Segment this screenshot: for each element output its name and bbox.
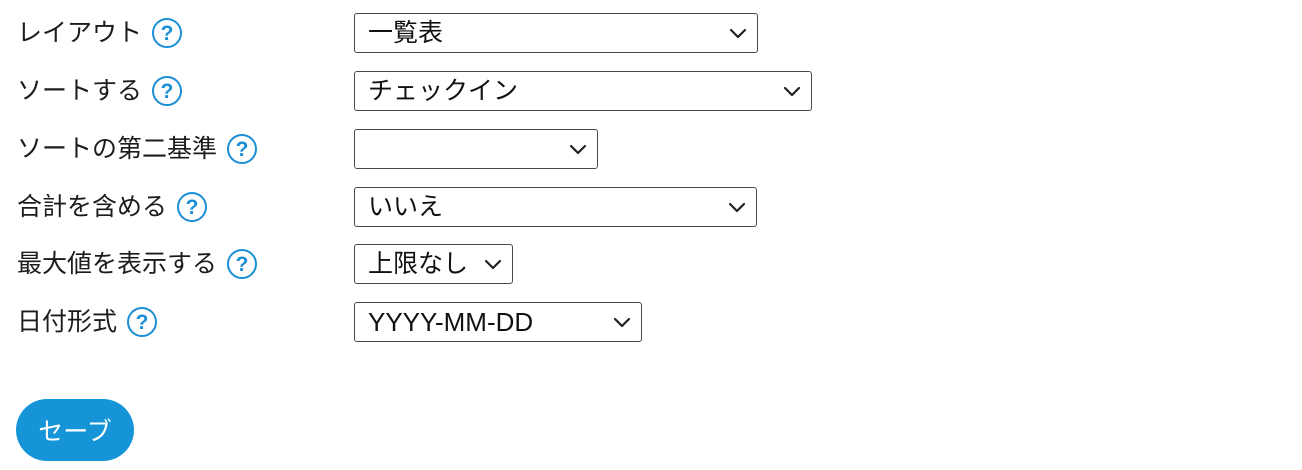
help-icon[interactable]: ? [227, 134, 258, 164]
save-button[interactable]: セーブ [16, 399, 134, 461]
include-totals-label: 合計を含める ? [17, 187, 208, 227]
sort-select[interactable]: チェックイン [354, 71, 812, 111]
secondary-sort-select[interactable] [354, 129, 598, 169]
form-row-date-format: 日付形式 ? YYYY-MM-DD [0, 302, 1302, 342]
form-row-include-totals: 合計を含める ? いいえ [0, 187, 1302, 227]
layout-label: レイアウト ? [17, 13, 183, 53]
max-value-select[interactable]: 上限なし [354, 244, 513, 284]
chevron-down-icon [613, 317, 631, 328]
sort-select-value: チェックイン [368, 76, 519, 105]
max-value-label: 最大値を表示する ? [17, 244, 258, 284]
sort-label-text: ソートする [17, 76, 143, 105]
chevron-down-icon [729, 28, 747, 39]
sort-label: ソートする ? [17, 71, 183, 111]
date-format-select[interactable]: YYYY-MM-DD [354, 302, 642, 342]
include-totals-label-text: 合計を含める [17, 192, 168, 221]
date-format-label: 日付形式 ? [17, 302, 158, 342]
secondary-sort-label: ソートの第二基準 ? [17, 129, 258, 169]
layout-select[interactable]: 一覧表 [354, 13, 758, 53]
chevron-down-icon [783, 86, 801, 97]
help-icon[interactable]: ? [152, 76, 183, 106]
chevron-down-icon [728, 202, 746, 213]
max-value-label-text: 最大値を表示する [17, 249, 218, 278]
max-value-select-value: 上限なし [368, 249, 469, 278]
chevron-down-icon [569, 144, 587, 155]
form-row-layout: レイアウト ? 一覧表 [0, 13, 1302, 53]
form-row-secondary-sort: ソートの第二基準 ? [0, 129, 1302, 169]
help-icon[interactable]: ? [127, 307, 158, 337]
help-icon[interactable]: ? [227, 249, 258, 279]
include-totals-select-value: いいえ [368, 192, 444, 221]
layout-select-value: 一覧表 [368, 18, 444, 47]
chevron-down-icon [484, 259, 502, 270]
include-totals-select[interactable]: いいえ [354, 187, 757, 227]
layout-label-text: レイアウト [17, 18, 143, 47]
secondary-sort-label-text: ソートの第二基準 [17, 134, 218, 163]
help-icon[interactable]: ? [152, 18, 183, 48]
help-icon[interactable]: ? [177, 192, 208, 222]
date-format-select-value: YYYY-MM-DD [368, 307, 534, 337]
form-row-sort: ソートする ? チェックイン [0, 71, 1302, 111]
date-format-label-text: 日付形式 [17, 307, 118, 336]
form-row-max-value: 最大値を表示する ? 上限なし [0, 244, 1302, 284]
